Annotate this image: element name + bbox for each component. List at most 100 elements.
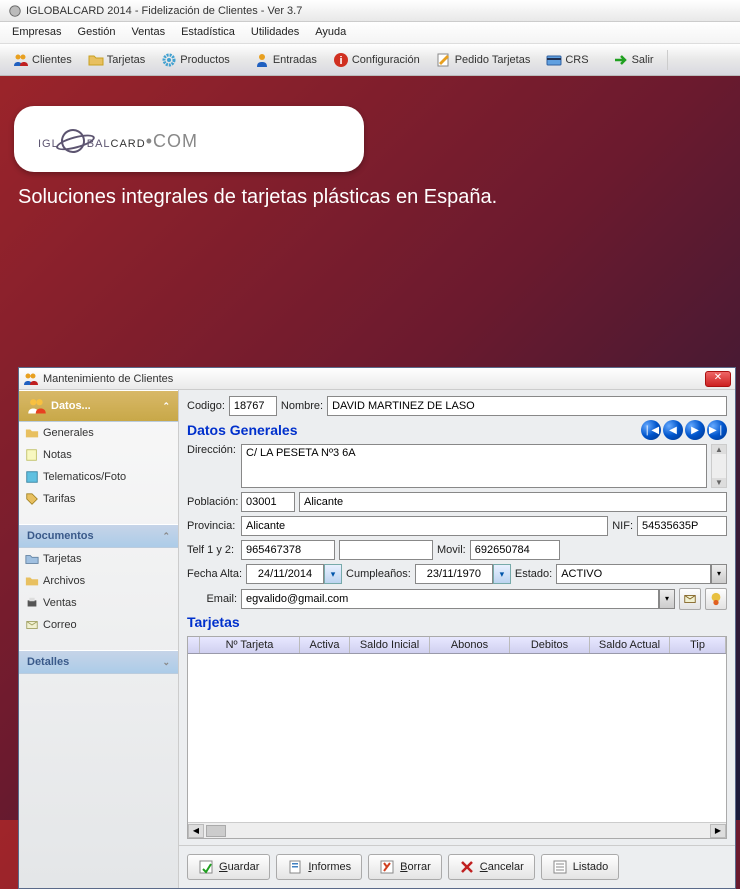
app-title: IGLOBALCARD 2014 - Fidelización de Clien… xyxy=(26,5,302,17)
tb-clientes[interactable]: Clientes xyxy=(6,48,79,72)
col-activa[interactable]: Activa xyxy=(300,637,350,653)
menu-ventas[interactable]: Ventas xyxy=(123,22,173,43)
combo-dropdown-button[interactable]: ▾ xyxy=(711,564,727,584)
report-icon xyxy=(287,859,303,875)
sidebar-item-ventas[interactable]: Ventas xyxy=(19,592,178,614)
fecha-alta-field[interactable] xyxy=(246,564,324,584)
nav-first-button[interactable]: ❘◀ xyxy=(641,420,661,440)
grid-header: Nº Tarjeta Activa Saldo Inicial Abonos D… xyxy=(188,637,726,654)
sidebar-item-tarjetas[interactable]: Tarjetas xyxy=(19,548,178,570)
informes-button[interactable]: Informes xyxy=(276,854,362,880)
nav-last-button[interactable]: ▶❘ xyxy=(707,420,727,440)
card-icon xyxy=(546,52,562,68)
listado-button[interactable]: Listado xyxy=(541,854,619,880)
globe-icon xyxy=(58,126,87,155)
form-area: Codigo: Nombre: Datos Generales ❘◀ ◀ ▶ ▶… xyxy=(179,390,735,845)
tagline: Soluciones integrales de tarjetas plásti… xyxy=(18,186,722,209)
child-titlebar[interactable]: Mantenimiento de Clientes ✕ xyxy=(19,368,735,390)
label-provincia: Provincia: xyxy=(187,520,237,532)
col-num-tarjeta[interactable]: Nº Tarjeta xyxy=(200,637,300,653)
tb-tarjetas[interactable]: Tarjetas xyxy=(81,48,153,72)
menu-gestion[interactable]: Gestión xyxy=(70,22,124,43)
menu-estadistica[interactable]: Estadística xyxy=(173,22,243,43)
telf1-field[interactable] xyxy=(241,540,335,560)
tb-crs[interactable]: CRS xyxy=(539,48,595,72)
estado-field[interactable] xyxy=(556,564,711,584)
borrar-button[interactable]: Borrar xyxy=(368,854,442,880)
email-send-button[interactable] xyxy=(679,588,701,610)
edit-icon xyxy=(436,52,452,68)
person-icon xyxy=(254,52,270,68)
label-fecha-alta: Fecha Alta: xyxy=(187,568,242,580)
folder-icon xyxy=(25,574,39,588)
info-icon: i xyxy=(333,52,349,68)
sidebar-item-tarifas[interactable]: Tarifas xyxy=(19,488,178,510)
tb-pedido[interactable]: Pedido Tarjetas xyxy=(429,48,538,72)
people-icon xyxy=(13,52,29,68)
combo-dropdown-button[interactable]: ▾ xyxy=(659,589,675,609)
tb-entradas[interactable]: Entradas xyxy=(247,48,324,72)
date-dropdown-button[interactable]: ▾ xyxy=(324,564,342,584)
list-icon xyxy=(552,859,568,875)
tb-configuracion[interactable]: iConfiguración xyxy=(326,48,427,72)
sidebar-header-documentos[interactable]: Documentos⌃ xyxy=(19,524,178,548)
nav-prev-button[interactable]: ◀ xyxy=(663,420,683,440)
svg-text:i: i xyxy=(339,55,342,67)
folder-icon xyxy=(25,552,39,566)
label-poblacion: Población: xyxy=(187,496,237,508)
col-tip[interactable]: Tip xyxy=(670,637,726,653)
close-button[interactable]: ✕ xyxy=(705,371,731,387)
col-debitos[interactable]: Debitos xyxy=(510,637,590,653)
chevron-icon: ⌃ xyxy=(162,401,170,412)
tarjetas-grid[interactable]: Nº Tarjeta Activa Saldo Inicial Abonos D… xyxy=(187,636,727,839)
label-nif: NIF: xyxy=(612,520,633,532)
label-cumpleanos: Cumpleaños: xyxy=(346,568,411,580)
provincia-field[interactable] xyxy=(241,516,608,536)
poblacion-field[interactable] xyxy=(299,492,727,512)
grid-h-scrollbar[interactable]: ◀▶ xyxy=(188,822,726,838)
guardar-button[interactable]: Guardar xyxy=(187,854,270,880)
window-titlebar: IGLOBALCARD 2014 - Fidelización de Clien… xyxy=(0,0,740,22)
sidebar-header-datos[interactable]: Datos... ⌃ xyxy=(19,390,178,422)
label-telf: Telf 1 y 2: xyxy=(187,544,237,556)
toolbar: Clientes Tarjetas Productos Entradas iCo… xyxy=(0,44,740,76)
textarea-scrollbar[interactable]: ▲▼ xyxy=(711,444,727,488)
tb-productos[interactable]: Productos xyxy=(154,48,237,72)
nombre-field[interactable] xyxy=(327,396,727,416)
sidebar-item-correo[interactable]: Correo xyxy=(19,614,178,636)
tb-salir[interactable]: Salir xyxy=(606,48,661,72)
mail-icon xyxy=(683,592,697,606)
codigo-field[interactable] xyxy=(229,396,277,416)
direccion-field[interactable]: C/ LA PESETA Nº3 6A xyxy=(241,444,707,488)
col-abonos[interactable]: Abonos xyxy=(430,637,510,653)
date-dropdown-button[interactable]: ▾ xyxy=(493,564,511,584)
email-field[interactable] xyxy=(241,589,659,609)
sidebar-item-telematicos[interactable]: Telematicos/Foto xyxy=(19,466,178,488)
col-saldo-inicial[interactable]: Saldo Inicial xyxy=(350,637,430,653)
sidebar-item-notas[interactable]: Notas xyxy=(19,444,178,466)
mdi-area: IGLBALCARD•COM Soluciones integrales de … xyxy=(0,106,740,850)
telf2-field[interactable] xyxy=(339,540,433,560)
menu-utilidades[interactable]: Utilidades xyxy=(243,22,307,43)
menu-ayuda[interactable]: Ayuda xyxy=(307,22,354,43)
col-saldo-actual[interactable]: Saldo Actual xyxy=(590,637,670,653)
cancelar-button[interactable]: Cancelar xyxy=(448,854,535,880)
button-bar: Guardar Informes Borrar Cancelar Listado xyxy=(179,845,735,888)
nif-field[interactable] xyxy=(637,516,727,536)
globe-person-icon xyxy=(709,592,723,606)
menu-empresas[interactable]: Empresas xyxy=(4,22,70,43)
people-icon xyxy=(27,396,47,416)
sidebar-item-generales[interactable]: Generales xyxy=(19,422,178,444)
menubar: Empresas Gestión Ventas Estadística Util… xyxy=(0,22,740,44)
cp-field[interactable] xyxy=(241,492,295,512)
nav-next-button[interactable]: ▶ xyxy=(685,420,705,440)
sidebar-item-archivos[interactable]: Archivos xyxy=(19,570,178,592)
label-direccion: Dirección: xyxy=(187,444,237,456)
exit-arrow-icon xyxy=(613,52,629,68)
email-config-button[interactable] xyxy=(705,588,727,610)
label-codigo: Codigo: xyxy=(187,400,225,412)
movil-field[interactable] xyxy=(470,540,560,560)
cumpleanos-field[interactable] xyxy=(415,564,493,584)
sidebar-header-detalles[interactable]: Detalles⌄ xyxy=(19,650,178,674)
child-title: Mantenimiento de Clientes xyxy=(39,373,705,385)
